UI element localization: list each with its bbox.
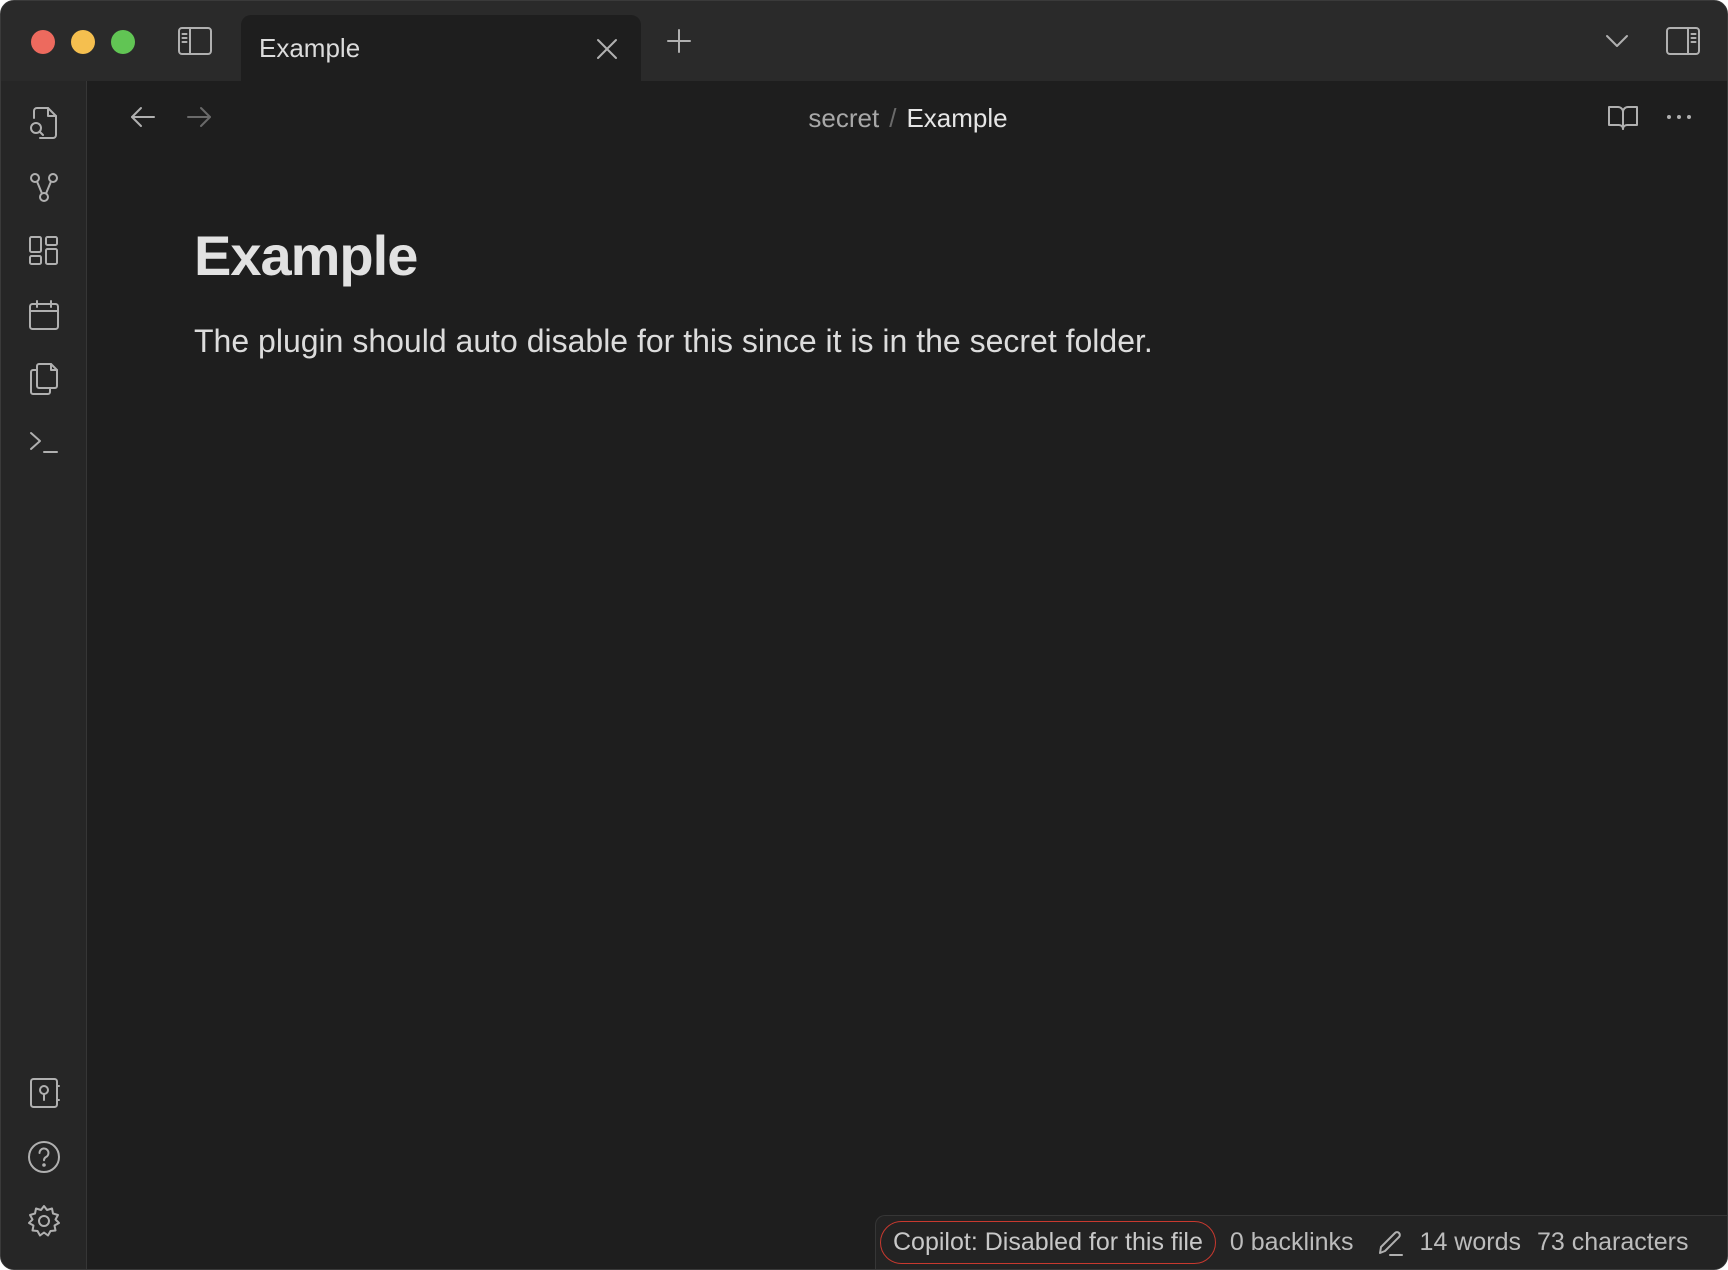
tab-list-chevron-down-icon[interactable] [1599, 23, 1635, 59]
left-ribbon [1, 81, 87, 1269]
daily-note-calendar-icon[interactable] [22, 293, 66, 337]
window-maximize-button[interactable] [111, 30, 135, 54]
more-options-icon[interactable] [1659, 97, 1699, 137]
command-palette-icon[interactable] [22, 421, 66, 465]
vault-switcher-icon[interactable] [22, 1071, 66, 1115]
settings-gear-icon[interactable] [22, 1199, 66, 1243]
breadcrumb-file[interactable]: Example [906, 103, 1007, 133]
reading-view-book-icon[interactable] [1603, 97, 1643, 137]
breadcrumb-folder[interactable]: secret [808, 103, 879, 133]
toggle-left-sidebar-icon[interactable] [173, 21, 217, 61]
templates-copy-icon[interactable] [22, 357, 66, 401]
word-count: 14 words [1419, 1228, 1521, 1256]
window-close-button[interactable] [31, 30, 55, 54]
editing-mode-pencil-icon[interactable] [1374, 1227, 1406, 1259]
tab-close-icon[interactable] [589, 31, 625, 67]
note-title[interactable]: Example [194, 223, 418, 288]
note-body-paragraph[interactable]: The plugin should auto disable for this … [194, 323, 1153, 360]
character-count: 73 characters [1537, 1228, 1689, 1256]
breadcrumb: secret / Example [89, 103, 1727, 134]
new-tab-plus-icon[interactable] [661, 23, 697, 59]
backlinks-count[interactable]: 0 backlinks [1230, 1228, 1354, 1257]
breadcrumb-separator: / [889, 103, 897, 133]
window-minimize-button[interactable] [71, 30, 95, 54]
tab-example[interactable]: Example [241, 15, 641, 81]
help-icon[interactable] [22, 1135, 66, 1179]
status-bar: Copilot: Disabled for this file 0 backli… [875, 1215, 1727, 1269]
quick-switcher-icon[interactable] [22, 101, 66, 145]
view-header: secret / Example [89, 81, 1727, 153]
copilot-status[interactable]: Copilot: Disabled for this file [880, 1221, 1216, 1264]
title-bar: Example [1, 1, 1727, 81]
canvas-icon[interactable] [22, 229, 66, 273]
app-window: Example secret / Example Example The plu… [0, 0, 1728, 1270]
tab-label: Example [259, 33, 361, 63]
graph-view-icon[interactable] [22, 165, 66, 209]
toggle-right-sidebar-icon[interactable] [1661, 21, 1705, 61]
